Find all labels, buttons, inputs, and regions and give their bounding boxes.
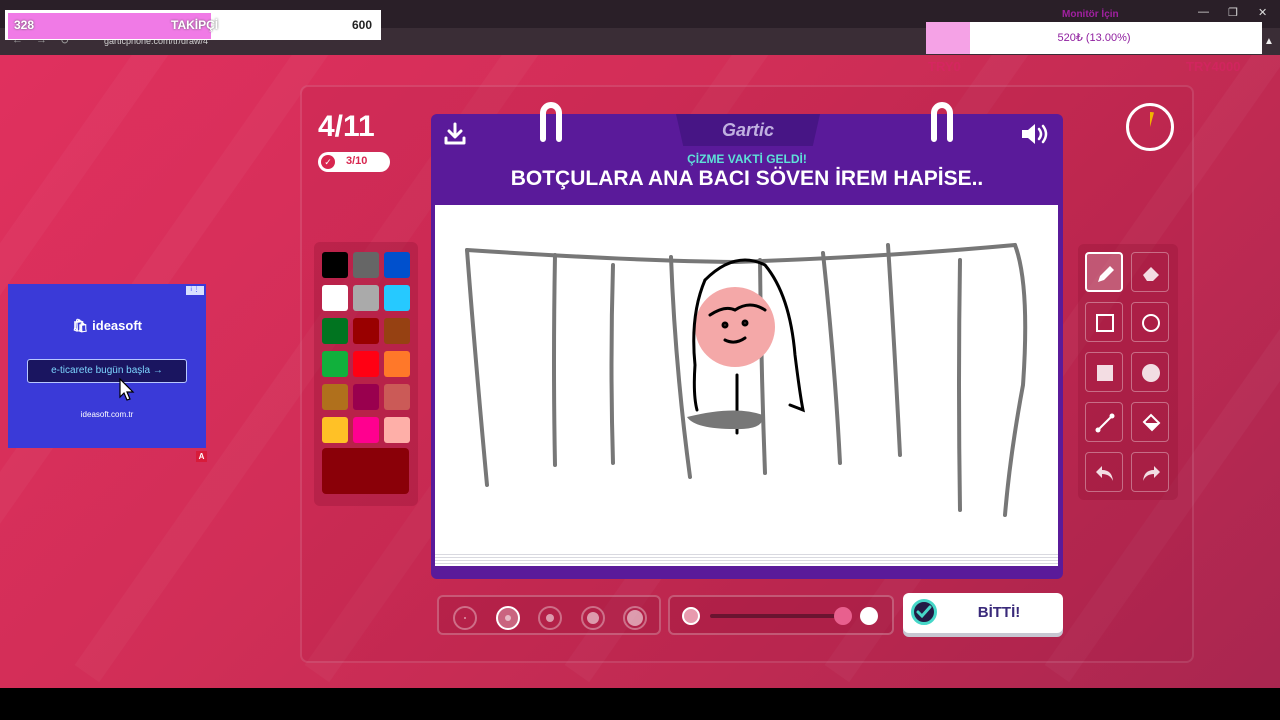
donation-start: TRY0 <box>928 59 961 74</box>
brush-size-3[interactable] <box>538 606 562 630</box>
square-outline-icon <box>1096 314 1114 332</box>
undo-tool[interactable] <box>1085 452 1123 492</box>
binder-ring-icon <box>540 102 562 142</box>
ad-banner[interactable]: i ⋮ 🛍 ideasoft e-ticarete bugün başla → … <box>8 284 206 448</box>
redo-icon <box>1143 466 1160 481</box>
donation-goal-title: Monitör İçin <box>1062 9 1119 20</box>
color-swatch[interactable] <box>384 252 410 278</box>
timer-icon <box>1126 103 1174 151</box>
square-filled-icon <box>1097 365 1113 381</box>
color-swatch[interactable] <box>353 351 379 377</box>
donation-goal-bar: 520₺ (13.00%) <box>926 22 1262 54</box>
opacity-low-icon <box>682 607 700 625</box>
done-button[interactable]: BİTTİ! <box>903 593 1063 633</box>
eraser-icon <box>1143 267 1159 281</box>
minimize-icon[interactable]: — <box>1198 6 1209 18</box>
binder-ring-icon <box>931 102 953 142</box>
score-value: 3/10 <box>346 155 368 167</box>
check-icon <box>911 599 937 625</box>
circle-outline-icon <box>1142 314 1160 332</box>
taskbar-strip <box>0 688 1280 720</box>
brush-size-4[interactable] <box>581 606 605 630</box>
round-counter: 4/11 <box>318 110 375 143</box>
opacity-panel <box>668 595 894 635</box>
opacity-slider-track[interactable] <box>710 614 844 618</box>
follower-count: 328 <box>14 18 35 32</box>
draw-time-subtitle: ÇİZME VAKTİ GELDİ! <box>687 152 807 166</box>
redo-tool[interactable] <box>1131 452 1169 492</box>
opacity-slider-handle[interactable] <box>834 607 852 625</box>
follower-label: TAKİPÇİ <box>171 18 219 32</box>
scroll-arrow-icon[interactable]: ▲ <box>1264 36 1274 47</box>
mouse-cursor-icon <box>119 378 135 401</box>
bucket-icon <box>1142 413 1161 432</box>
download-icon[interactable] <box>444 122 466 146</box>
color-swatch[interactable] <box>322 285 348 311</box>
donation-amount: 520₺ (13.00%) <box>1057 32 1131 44</box>
color-swatch[interactable] <box>322 384 348 410</box>
ellipse-fill-tool[interactable] <box>1131 352 1169 392</box>
follower-goal-bar: 328 TAKİPÇİ 600 <box>5 10 381 40</box>
color-swatch[interactable] <box>322 417 348 443</box>
color-swatch[interactable] <box>384 417 410 443</box>
selected-color <box>322 448 409 494</box>
eraser-tool[interactable] <box>1131 252 1169 292</box>
color-swatch[interactable] <box>384 351 410 377</box>
line-tool[interactable] <box>1085 402 1123 442</box>
drawing-prompt: BOTÇULARA ANA BACI SÖVEN İREM HAPİSE.. <box>510 167 984 190</box>
color-swatch[interactable] <box>384 384 410 410</box>
ad-logo: 🛍 ideasoft <box>72 318 142 333</box>
donation-end: TRY4000 <box>1186 59 1241 74</box>
color-swatch[interactable] <box>353 252 379 278</box>
brush-size-5[interactable] <box>623 606 647 630</box>
color-swatch[interactable] <box>384 318 410 344</box>
color-swatch[interactable] <box>322 351 348 377</box>
undo-icon <box>1096 466 1113 481</box>
check-icon: ✓ <box>321 155 335 169</box>
color-swatch[interactable] <box>353 417 379 443</box>
rectangle-outline-tool[interactable] <box>1085 302 1123 342</box>
brush-size-2[interactable] <box>496 606 520 630</box>
color-swatch[interactable] <box>353 318 379 344</box>
ad-info-icon[interactable]: i ⋮ <box>186 286 204 295</box>
color-swatch[interactable] <box>322 252 348 278</box>
close-window-icon[interactable]: ✕ <box>1258 6 1267 19</box>
score-badge: ✓ 3/10 <box>318 152 390 172</box>
color-swatch[interactable] <box>353 285 379 311</box>
done-button-label: BİTTİ! <box>977 604 1021 621</box>
gartic-logo: Gartic <box>721 120 775 140</box>
brush-size-1[interactable] <box>453 606 477 630</box>
follower-goal: 600 <box>352 18 373 32</box>
drawing-canvas[interactable] <box>435 205 1058 552</box>
fill-bucket-tool[interactable] <box>1131 402 1169 442</box>
color-swatch[interactable] <box>353 384 379 410</box>
rectangle-fill-tool[interactable] <box>1085 352 1123 392</box>
line-icon <box>1095 413 1115 433</box>
circle-filled-icon <box>1142 364 1160 382</box>
maximize-icon[interactable]: ❐ <box>1228 6 1238 19</box>
brush-size-panel <box>437 595 661 635</box>
ad-choices-icon[interactable]: A <box>196 451 207 462</box>
ellipse-outline-tool[interactable] <box>1131 302 1169 342</box>
ad-url[interactable]: ideasoft.com.tr <box>8 410 206 419</box>
ad-cta-button[interactable]: e-ticarete bugün başla → <box>27 359 187 383</box>
color-swatch[interactable] <box>384 285 410 311</box>
drawing-strokes <box>465 243 1028 517</box>
opacity-high-icon <box>860 607 878 625</box>
pencil-icon <box>1098 266 1114 282</box>
sound-icon[interactable] <box>1020 122 1052 146</box>
pencil-tool[interactable] <box>1085 252 1123 292</box>
paper-edge <box>435 552 1058 566</box>
color-swatch[interactable] <box>322 318 348 344</box>
